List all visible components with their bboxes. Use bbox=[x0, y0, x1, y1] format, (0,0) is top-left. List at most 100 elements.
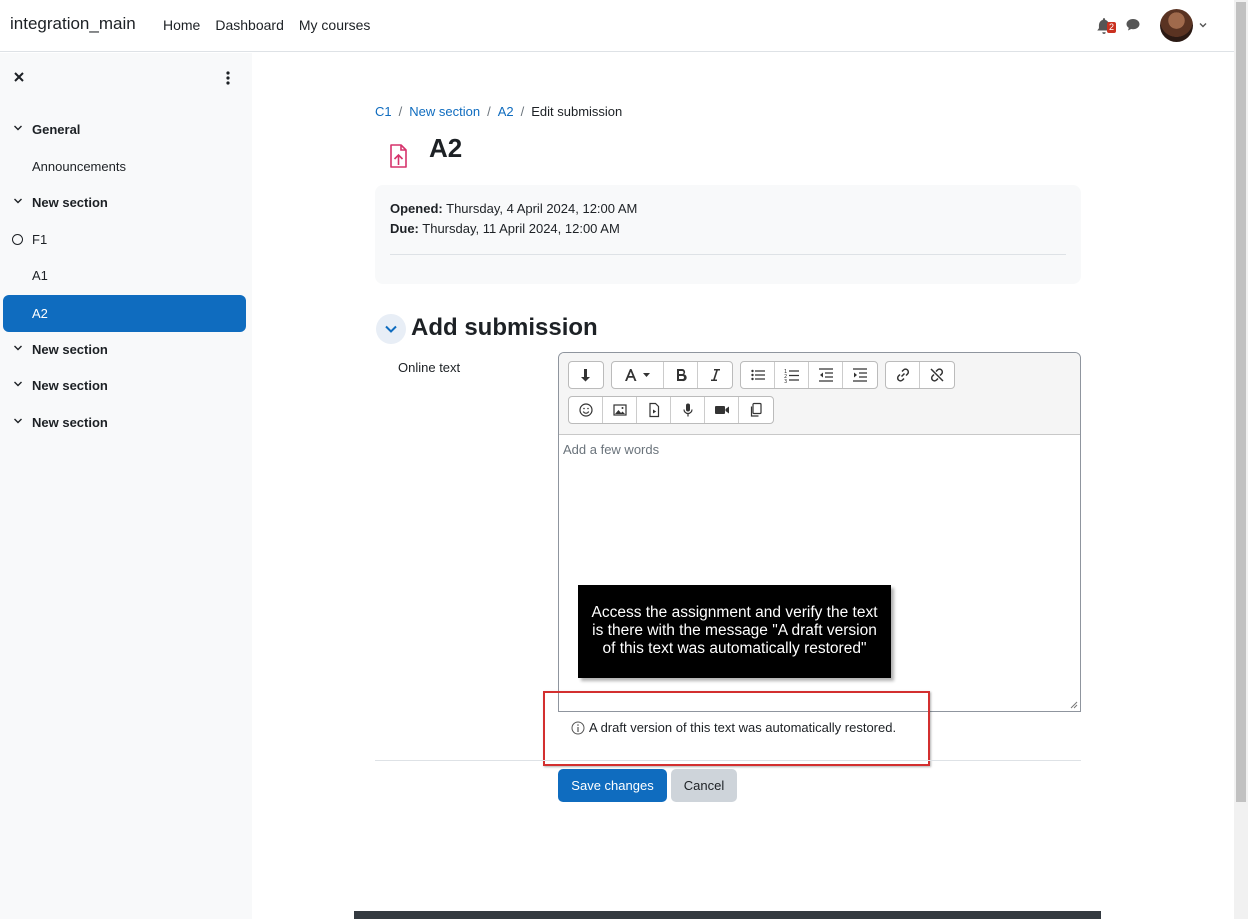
activity-dates: Opened: Thursday, 4 April 2024, 12:00 AM… bbox=[375, 185, 1081, 284]
chevron-down-icon[interactable] bbox=[13, 379, 23, 389]
breadcrumb-separator: / bbox=[487, 104, 491, 119]
course-index-item-a2[interactable]: A2 bbox=[3, 295, 246, 332]
image-button[interactable] bbox=[603, 397, 637, 423]
form-divider bbox=[375, 760, 1081, 761]
bold-icon bbox=[676, 368, 687, 382]
course-index-section-general[interactable]: General bbox=[0, 111, 252, 148]
indent-button[interactable] bbox=[843, 362, 877, 388]
link-button[interactable] bbox=[886, 362, 920, 388]
more-options-icon[interactable] bbox=[222, 70, 234, 86]
breadcrumb-separator: / bbox=[398, 104, 403, 119]
nav-dashboard[interactable]: Dashboard bbox=[215, 17, 284, 33]
chevron-down-icon[interactable] bbox=[13, 196, 23, 206]
activity-label: F1 bbox=[32, 232, 48, 247]
outdent-button[interactable] bbox=[809, 362, 843, 388]
collapse-toolbar-button[interactable] bbox=[569, 362, 603, 388]
course-index-section-new-section[interactable]: New section bbox=[0, 404, 252, 441]
media-button[interactable] bbox=[637, 397, 671, 423]
emoji-icon bbox=[578, 403, 593, 417]
save-changes-button[interactable]: Save changes bbox=[558, 769, 667, 802]
breadcrumb-activity[interactable]: A2 bbox=[498, 104, 514, 119]
course-index-item-f1[interactable]: F1 bbox=[0, 221, 252, 258]
font-style-icon bbox=[624, 369, 650, 381]
messages-icon[interactable] bbox=[1125, 17, 1141, 33]
chevron-down-icon[interactable] bbox=[1198, 20, 1208, 30]
section-label: New section bbox=[32, 195, 108, 210]
chevron-down-icon[interactable] bbox=[13, 123, 23, 133]
page-title: A2 bbox=[429, 133, 463, 163]
activity-label: A2 bbox=[32, 306, 48, 321]
image-icon bbox=[612, 404, 627, 416]
opened-date: Opened: Thursday, 4 April 2024, 12:00 AM bbox=[390, 201, 637, 216]
course-index-section-new-section[interactable]: New section bbox=[0, 331, 252, 368]
notification-badge: 2 bbox=[1107, 22, 1117, 33]
paragraph-style-button[interactable] bbox=[612, 362, 664, 388]
close-icon[interactable] bbox=[12, 70, 26, 84]
footer-bar bbox=[354, 911, 1101, 919]
cancel-button[interactable]: Cancel bbox=[671, 769, 737, 802]
course-index-section-new-section[interactable]: New section bbox=[0, 367, 252, 404]
manage-files-button[interactable] bbox=[739, 397, 773, 423]
record-video-button[interactable] bbox=[705, 397, 739, 423]
nav-home[interactable]: Home bbox=[163, 17, 200, 33]
due-value: Thursday, 11 April 2024, 12:00 AM bbox=[422, 221, 620, 236]
ordered-list-button[interactable]: 123 bbox=[775, 362, 809, 388]
toolbar-group-lists: 123 bbox=[740, 361, 878, 389]
chevron-down-icon[interactable] bbox=[13, 416, 23, 426]
manage-files-icon bbox=[750, 402, 762, 417]
unordered-list-button[interactable] bbox=[741, 362, 775, 388]
toolbar-group-links bbox=[885, 361, 955, 389]
opened-label: Opened: bbox=[390, 201, 443, 216]
annotation-callout: Access the assignment and verify the tex… bbox=[578, 585, 891, 678]
media-file-icon bbox=[648, 402, 659, 418]
resize-handle-icon[interactable] bbox=[1070, 701, 1078, 709]
top-navbar: integration_main Home Dashboard My cours… bbox=[0, 0, 1234, 52]
activity-label: Announcements bbox=[32, 159, 126, 174]
breadcrumb-separator: / bbox=[520, 104, 525, 119]
course-index-item-announcements[interactable]: Announcements bbox=[0, 148, 252, 185]
unlink-icon bbox=[930, 368, 944, 382]
breadcrumb-section[interactable]: New section bbox=[409, 104, 480, 119]
section-label: New section bbox=[32, 415, 108, 430]
italic-icon bbox=[711, 369, 720, 381]
primary-navigation: Home Dashboard My courses bbox=[163, 17, 370, 33]
scrollbar-thumb[interactable] bbox=[1236, 2, 1246, 802]
site-name[interactable]: integration_main bbox=[10, 14, 136, 34]
course-index-section-new-section[interactable]: New section bbox=[0, 184, 252, 221]
chevron-down-icon[interactable] bbox=[13, 343, 23, 353]
italic-button[interactable] bbox=[698, 362, 732, 388]
record-audio-button[interactable] bbox=[671, 397, 705, 423]
page-scrollbar[interactable] bbox=[1234, 0, 1248, 919]
emoji-button[interactable] bbox=[569, 397, 603, 423]
ordered-list-icon: 123 bbox=[784, 369, 799, 383]
opened-value: Thursday, 4 April 2024, 12:00 AM bbox=[446, 201, 638, 216]
section-label: New section bbox=[32, 378, 108, 393]
outdent-icon bbox=[818, 368, 833, 382]
bold-button[interactable] bbox=[664, 362, 698, 388]
nav-my-courses[interactable]: My courses bbox=[299, 17, 371, 33]
link-icon bbox=[896, 368, 909, 382]
draft-restored-text: A draft version of this text was automat… bbox=[589, 720, 897, 735]
assignment-upload-icon bbox=[390, 144, 407, 168]
breadcrumb: C1 / New section / A2 / Edit submission bbox=[375, 104, 622, 119]
breadcrumb-course[interactable]: C1 bbox=[375, 104, 392, 119]
online-text-label: Online text bbox=[398, 360, 461, 375]
course-index-item-a1[interactable]: A1 bbox=[0, 257, 252, 294]
due-date: Due: Thursday, 11 April 2024, 12:00 AM bbox=[390, 221, 620, 236]
unordered-list-icon bbox=[750, 369, 765, 381]
section-label: General bbox=[32, 122, 81, 137]
section-label: New section bbox=[32, 342, 108, 357]
section-collapse-toggle[interactable] bbox=[376, 314, 406, 344]
section-title: Add submission bbox=[411, 314, 598, 341]
completion-circle-icon bbox=[12, 234, 23, 245]
collapse-icon bbox=[581, 369, 590, 382]
due-label: Due: bbox=[390, 221, 419, 236]
toolbar-group-collapse bbox=[568, 361, 604, 389]
draft-restored-notice: A draft version of this text was automat… bbox=[571, 720, 896, 735]
unlink-button[interactable] bbox=[920, 362, 954, 388]
user-avatar[interactable] bbox=[1160, 9, 1193, 42]
svg-text:3: 3 bbox=[784, 379, 787, 383]
info-icon bbox=[571, 721, 585, 734]
record-video-icon bbox=[714, 406, 729, 414]
breadcrumb-current: Edit submission bbox=[531, 104, 623, 119]
